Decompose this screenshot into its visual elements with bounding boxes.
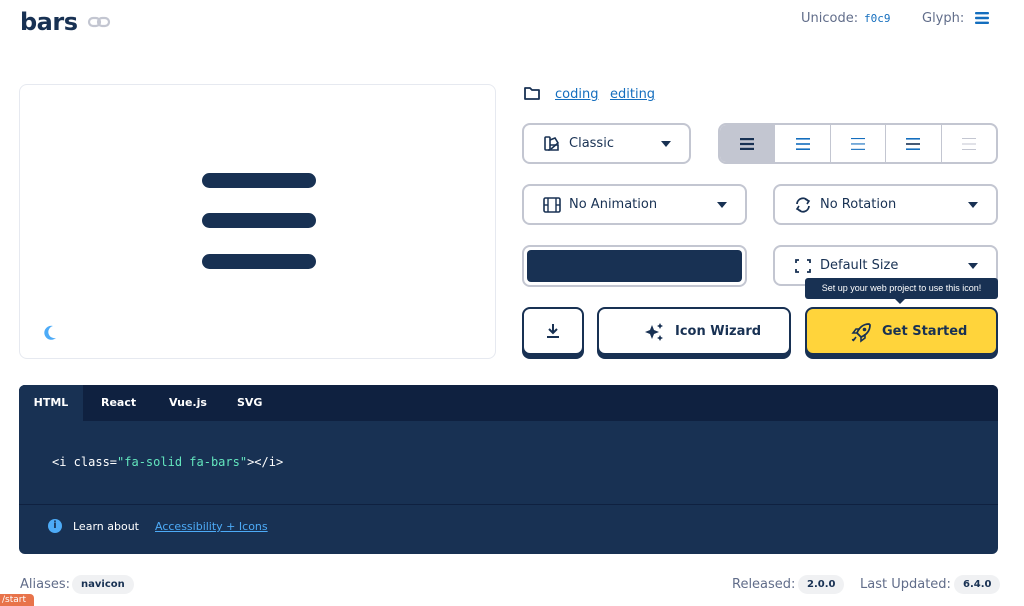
rotation-select[interactable]: No Rotation (773, 184, 998, 225)
family-select-label: Classic (569, 136, 614, 151)
alias-badge: navicon (72, 575, 134, 594)
palette-icon (544, 136, 560, 151)
code-tag-open: <i class= (52, 455, 118, 469)
family-select[interactable]: Classic (522, 123, 691, 164)
icon-wizard-button[interactable]: Icon Wizard (597, 307, 791, 355)
tab-svg[interactable]: SVG (237, 385, 262, 421)
code-string: "fa-solid fa-bars" (117, 455, 248, 469)
download-button[interactable] (522, 307, 584, 355)
size-select-label: Default Size (820, 258, 899, 273)
code-panel: HTML React Vue.js SVG <i class="fa-solid… (19, 385, 998, 554)
animation-select-label: No Animation (569, 197, 658, 212)
bars-icon (906, 137, 921, 150)
rotation-select-label: No Rotation (820, 197, 897, 212)
unicode-label: Unicode: (801, 11, 859, 26)
page-title: bars (20, 8, 78, 36)
style-segmented-control[interactable] (718, 123, 998, 164)
caret-down-icon (968, 263, 978, 269)
icon-preview (19, 84, 496, 359)
bars-icon (740, 137, 755, 150)
expand-icon (795, 259, 811, 273)
get-started-label: Get Started (882, 324, 968, 339)
style-option-solid[interactable] (720, 125, 776, 162)
bars-icon (851, 137, 866, 150)
style-option-regular[interactable] (775, 125, 831, 162)
color-swatch (527, 250, 742, 282)
released-version-badge: 2.0.0 (798, 575, 845, 594)
category-link-coding[interactable]: coding (555, 87, 598, 102)
rotate-icon (795, 197, 811, 213)
accessibility-link[interactable]: Accessibility + Icons (155, 520, 268, 533)
get-started-tooltip: Set up your web project to use this icon… (805, 278, 998, 299)
tab-vuejs[interactable]: Vue.js (169, 385, 207, 421)
caret-down-icon (717, 202, 727, 208)
download-icon (547, 324, 559, 338)
style-option-duotone[interactable] (942, 125, 996, 162)
released-label: Released: (732, 577, 796, 592)
animation-select[interactable]: No Animation (522, 184, 747, 225)
aliases-label: Aliases: (20, 577, 71, 592)
updated-label: Last Updated: (860, 577, 951, 592)
icon-wizard-label: Icon Wizard (675, 324, 762, 339)
link-icon[interactable] (87, 14, 111, 30)
bars-icon[interactable] (974, 11, 990, 25)
glyph-label: Glyph: (922, 11, 965, 26)
caret-down-icon (968, 202, 978, 208)
moon-icon[interactable] (42, 324, 58, 342)
learn-about-text: Learn about (73, 520, 139, 533)
unicode-value[interactable]: f0c9 (864, 12, 891, 25)
category-link-editing[interactable]: editing (610, 87, 655, 102)
code-tabs: HTML React Vue.js SVG (19, 385, 998, 421)
style-option-thin[interactable] (886, 125, 942, 162)
code-tag-close: ></i> (247, 455, 284, 469)
info-icon: i (48, 519, 62, 533)
bars-icon (961, 137, 976, 150)
updated-version-badge: 6.4.0 (954, 575, 1001, 594)
sparkles-icon (645, 323, 663, 341)
style-option-light[interactable] (831, 125, 887, 162)
color-picker[interactable] (522, 245, 747, 287)
tooltip-arrow (895, 299, 905, 304)
bars-icon-bar (202, 173, 316, 188)
bars-icon-bar (202, 213, 316, 228)
divider (19, 504, 998, 505)
tab-html[interactable]: HTML (19, 385, 83, 421)
caret-down-icon (661, 141, 671, 147)
bars-icon-bar (202, 254, 316, 269)
bars-icon (795, 137, 810, 150)
rocket-icon (851, 323, 871, 343)
status-bar-url: /start (0, 594, 34, 606)
film-icon (543, 197, 561, 213)
get-started-button[interactable]: Get Started (805, 307, 998, 355)
tab-react[interactable]: React (101, 385, 136, 421)
code-snippet[interactable]: <i class="fa-solid fa-bars"></i> (52, 455, 283, 469)
folder-icon (524, 87, 540, 100)
